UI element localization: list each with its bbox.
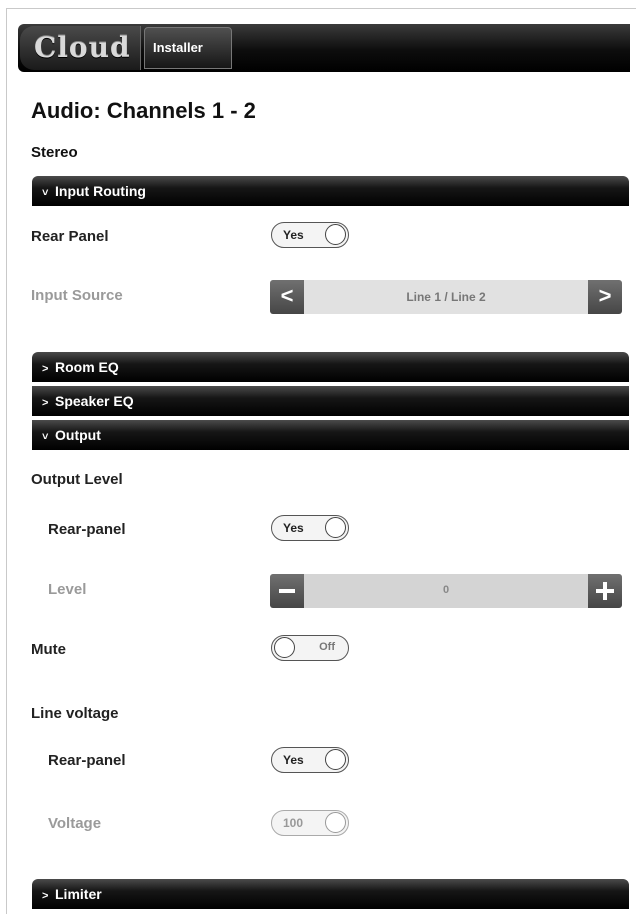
toggle-knob xyxy=(325,749,346,770)
section-label: Output xyxy=(55,427,101,443)
toggle-text: Yes xyxy=(283,521,304,535)
toggle-text: Yes xyxy=(283,753,304,767)
level-slider[interactable]: 0 xyxy=(270,574,622,608)
chevron-right-icon: > xyxy=(42,890,49,902)
minus-icon[interactable] xyxy=(270,574,304,608)
page-subtitle: Stereo xyxy=(31,144,78,161)
mute-label: Mute xyxy=(31,641,66,658)
section-input-routing[interactable]: ˅ Input Routing xyxy=(32,176,629,206)
toggle-text: 100 xyxy=(283,816,304,830)
plus-icon[interactable] xyxy=(588,574,622,608)
chevron-right-icon: > xyxy=(42,363,49,375)
input-source-selector: < Line 1 / Line 2 > xyxy=(270,280,622,314)
chevron-down-icon: ˅ xyxy=(42,187,49,199)
section-label: Room EQ xyxy=(55,359,119,375)
line-voltage-heading: Line voltage xyxy=(31,705,119,722)
toggle-text: Off xyxy=(319,641,335,653)
voltage-label: Voltage xyxy=(48,815,102,832)
plus-bar-v xyxy=(603,582,607,600)
output-rear-panel-toggle[interactable]: Yes xyxy=(271,515,349,541)
chevron-left-icon[interactable]: < xyxy=(270,280,304,314)
logo-text: Cloud xyxy=(34,31,131,64)
toggle-text: Yes xyxy=(283,228,304,242)
chevron-right-icon[interactable]: > xyxy=(588,280,622,314)
chevron-right-icon: > xyxy=(42,397,49,409)
rear-panel-toggle[interactable]: Yes xyxy=(271,222,349,248)
chevron-down-icon: ˅ xyxy=(42,431,49,443)
section-speaker-eq[interactable]: > Speaker EQ xyxy=(32,386,629,416)
lv-rear-panel-label: Rear-panel xyxy=(48,752,126,769)
section-label: Speaker EQ xyxy=(55,393,134,409)
input-source-label: Input Source xyxy=(31,287,123,304)
voltage-toggle[interactable]: 100 xyxy=(271,810,349,836)
rear-panel-label: Rear Panel xyxy=(31,228,109,245)
toggle-knob xyxy=(325,517,346,538)
page-title: Audio: Channels 1 - 2 xyxy=(31,98,256,123)
rear-panel-label: Rear-panel xyxy=(48,521,126,538)
toggle-knob xyxy=(274,637,295,658)
section-label: Input Routing xyxy=(55,183,146,199)
section-room-eq[interactable]: > Room EQ xyxy=(32,352,629,382)
line-voltage-rear-panel-toggle[interactable]: Yes xyxy=(271,747,349,773)
mute-toggle[interactable]: Off xyxy=(271,635,349,661)
tab-installer[interactable]: Installer xyxy=(144,27,232,69)
cloud-logo: Cloud xyxy=(20,26,141,70)
page-frame xyxy=(6,8,636,914)
toggle-knob xyxy=(325,224,346,245)
section-label: Limiter xyxy=(55,886,102,902)
input-source-value: Line 1 / Line 2 xyxy=(406,290,486,304)
section-limiter[interactable]: > Limiter xyxy=(32,879,629,909)
toggle-knob xyxy=(325,812,346,833)
minus-bar xyxy=(279,589,295,593)
level-label: Level xyxy=(48,581,87,598)
level-value: 0 xyxy=(442,584,450,596)
output-level-heading: Output Level xyxy=(31,471,123,488)
section-output[interactable]: ˅ Output xyxy=(32,420,629,450)
